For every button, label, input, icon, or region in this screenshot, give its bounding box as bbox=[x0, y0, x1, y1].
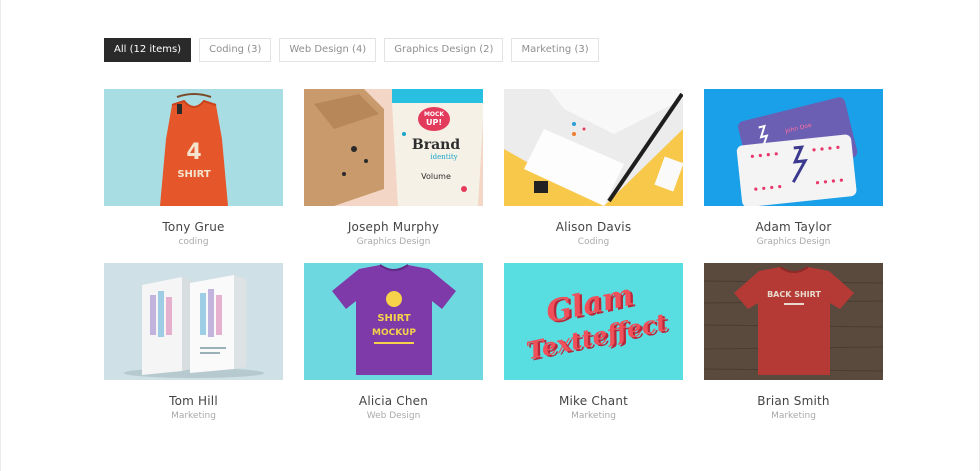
filter-marketing[interactable]: Marketing (3) bbox=[511, 38, 599, 62]
portfolio-item[interactable]: Alison Davis Coding bbox=[504, 89, 683, 247]
portfolio-page: All (12 items) Coding (3) Web Design (4)… bbox=[0, 0, 980, 471]
portfolio-item[interactable]: MOCK UP! Brand identity Volume Joseph Mu… bbox=[304, 89, 483, 247]
item-title[interactable]: Tony Grue bbox=[104, 220, 283, 234]
filter-web-design[interactable]: Web Design (4) bbox=[279, 38, 377, 62]
tee-shirt-text: SHIRT bbox=[377, 313, 411, 324]
portfolio-item[interactable]: 4 SHIRT Tony Grue coding bbox=[104, 89, 283, 247]
item-category: coding bbox=[178, 237, 209, 247]
item-category: Graphics Design bbox=[356, 237, 431, 247]
portfolio-grid: 4 SHIRT Tony Grue coding MOCK UP! Brand … bbox=[104, 89, 883, 421]
cup-brand-text: Brand bbox=[412, 137, 460, 153]
filter-bar: All (12 items) Coding (3) Web Design (4)… bbox=[104, 38, 599, 62]
item-category: Web Design bbox=[366, 411, 421, 421]
business-cards-image[interactable]: John Doe bbox=[704, 89, 883, 206]
item-title[interactable]: Tom Hill bbox=[104, 394, 283, 408]
tee-mockup-text: MOCKUP bbox=[372, 328, 416, 338]
purple-tshirt-image[interactable]: SHIRT MOCKUP bbox=[304, 263, 483, 380]
portfolio-item[interactable]: John Doe Adam Taylor Graphics Design bbox=[704, 89, 883, 247]
filter-coding[interactable]: Coding (3) bbox=[199, 38, 272, 62]
cup-mock-text: MOCK bbox=[424, 111, 444, 118]
item-title[interactable]: Mike Chant bbox=[504, 394, 683, 408]
tank-print-text: SHIRT bbox=[177, 169, 211, 180]
item-category: Marketing bbox=[171, 411, 216, 421]
package-boxes-image[interactable] bbox=[104, 263, 283, 380]
portfolio-item[interactable]: SHIRT MOCKUP Alicia Chen Web Design bbox=[304, 263, 483, 421]
item-title[interactable]: Adam Taylor bbox=[704, 220, 883, 234]
item-category: Graphics Design bbox=[756, 237, 831, 247]
item-category: Coding bbox=[577, 237, 610, 247]
portfolio-item[interactable]: BACK SHIRT Brian Smith Marketing bbox=[704, 263, 883, 421]
cup-up-text: UP! bbox=[426, 118, 442, 127]
wood-tee-text: BACK SHIRT bbox=[767, 290, 821, 299]
filter-graphics-design[interactable]: Graphics Design (2) bbox=[384, 38, 504, 62]
item-title[interactable]: Alicia Chen bbox=[304, 394, 483, 408]
item-title[interactable]: Alison Davis bbox=[504, 220, 683, 234]
portfolio-item[interactable]: Tom Hill Marketing bbox=[104, 263, 283, 421]
orange-tank-top-image[interactable]: 4 SHIRT bbox=[104, 89, 283, 206]
3d-lettering-image[interactable]: Glam Glam Textteffect Textteffect bbox=[504, 263, 683, 380]
paper-cup-image[interactable]: MOCK UP! Brand identity Volume bbox=[304, 89, 483, 206]
red-tshirt-image[interactable]: BACK SHIRT bbox=[704, 263, 883, 380]
filter-all[interactable]: All (12 items) bbox=[104, 38, 192, 62]
item-category: Marketing bbox=[571, 411, 616, 421]
cup-volume-text: Volume bbox=[421, 172, 451, 181]
cup-identity-text: identity bbox=[430, 153, 457, 161]
portfolio-item[interactable]: Glam Glam Textteffect Textteffect Mike C… bbox=[504, 263, 683, 421]
stationery-image[interactable] bbox=[504, 89, 683, 206]
svg-text:4: 4 bbox=[186, 140, 201, 165]
item-category: Marketing bbox=[771, 411, 816, 421]
item-title[interactable]: Joseph Murphy bbox=[304, 220, 483, 234]
item-title[interactable]: Brian Smith bbox=[704, 394, 883, 408]
